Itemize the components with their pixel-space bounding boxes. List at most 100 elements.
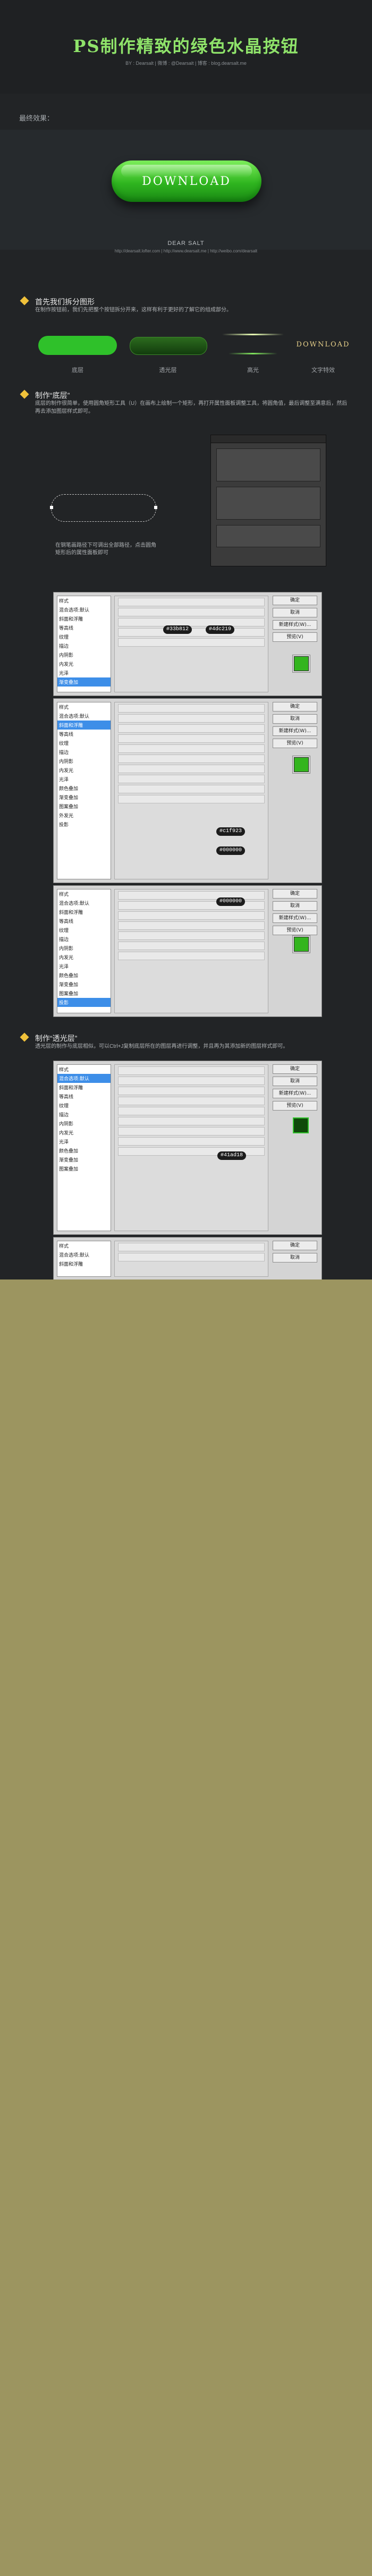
setting-row[interactable]: [118, 1117, 265, 1125]
preview-checkbox[interactable]: 预览(V): [273, 1101, 317, 1111]
side-item[interactable]: 内发光: [57, 766, 111, 775]
side-item[interactable]: 样式: [57, 702, 111, 711]
side-item[interactable]: 等高线: [57, 730, 111, 739]
setting-row[interactable]: [118, 785, 265, 793]
side-item[interactable]: 光泽: [57, 962, 111, 971]
new-style-button[interactable]: 新建样式(W)...: [273, 913, 317, 923]
side-item[interactable]: 斜面和浮雕: [57, 1083, 111, 1092]
side-item[interactable]: 斜面和浮雕: [57, 614, 111, 623]
setting-row[interactable]: [118, 931, 265, 940]
side-item[interactable]: 样式: [57, 596, 111, 605]
side-item[interactable]: 渐变叠加: [57, 980, 111, 989]
side-item[interactable]: 图案叠加: [57, 989, 111, 998]
download-button[interactable]: DOWNLOAD: [112, 160, 261, 202]
side-item[interactable]: 光泽: [57, 775, 111, 784]
setting-row[interactable]: [118, 1066, 265, 1075]
ok-button[interactable]: 确定: [273, 596, 317, 605]
cancel-button[interactable]: 取消: [273, 714, 317, 724]
side-item-selected[interactable]: 斜面和浮雕: [57, 721, 111, 730]
side-item[interactable]: 光泽: [57, 668, 111, 677]
side-item[interactable]: 描边: [57, 1110, 111, 1119]
side-item[interactable]: 纹理: [57, 739, 111, 748]
side-item[interactable]: 内阴影: [57, 944, 111, 953]
new-style-button[interactable]: 新建样式(W)...: [273, 1089, 317, 1098]
side-item[interactable]: 图案叠加: [57, 1164, 111, 1173]
setting-row[interactable]: [118, 1107, 265, 1115]
ok-button[interactable]: 确定: [273, 702, 317, 711]
side-item[interactable]: 描边: [57, 641, 111, 650]
cancel-button[interactable]: 取消: [273, 1077, 317, 1086]
setting-row[interactable]: [118, 755, 265, 763]
ok-button[interactable]: 确定: [273, 889, 317, 899]
side-item[interactable]: 混合选项:默认: [57, 899, 111, 908]
layer-style-dialog-3[interactable]: 样式 混合选项:默认 斜面和浮雕 等高线 纹理 描边 内阴影 内发光 光泽 颜色…: [53, 885, 322, 1017]
side-item[interactable]: 等高线: [57, 623, 111, 632]
setting-row[interactable]: [118, 638, 265, 647]
side-item[interactable]: 内阴影: [57, 650, 111, 659]
layer-style-dialog-4[interactable]: 样式 混合选项:默认 斜面和浮雕 等高线 纹理 描边 内阴影 内发光 光泽 颜色…: [53, 1061, 322, 1235]
side-item[interactable]: 内阴影: [57, 757, 111, 766]
side-item[interactable]: 纹理: [57, 1101, 111, 1110]
setting-row[interactable]: [118, 1137, 265, 1146]
new-style-button[interactable]: 新建样式(W)...: [273, 620, 317, 630]
side-item[interactable]: 描边: [57, 935, 111, 944]
cancel-button[interactable]: 取消: [273, 608, 317, 617]
preview-checkbox[interactable]: 预览(V): [273, 632, 317, 642]
preview-checkbox[interactable]: 预览(V): [273, 926, 317, 935]
side-item-selected[interactable]: 混合选项:默认: [57, 1074, 111, 1083]
side-item[interactable]: 样式: [57, 1065, 111, 1074]
side-item[interactable]: 颜色叠加: [57, 784, 111, 793]
side-item[interactable]: 等高线: [57, 917, 111, 926]
side-item[interactable]: 描边: [57, 748, 111, 757]
layer-style-dialog-2[interactable]: 样式 混合选项:默认 斜面和浮雕 等高线 纹理 描边 内阴影 内发光 光泽 颜色…: [53, 698, 322, 883]
setting-row[interactable]: [118, 1097, 265, 1105]
setting-row[interactable]: [118, 618, 265, 626]
side-item[interactable]: 斜面和浮雕: [57, 908, 111, 917]
side-item[interactable]: 投影: [57, 820, 111, 829]
side-item[interactable]: 样式: [57, 889, 111, 899]
side-item[interactable]: 颜色叠加: [57, 1146, 111, 1155]
side-item[interactable]: 内发光: [57, 1128, 111, 1137]
side-item[interactable]: 样式: [57, 1241, 111, 1250]
side-item[interactable]: 光泽: [57, 1137, 111, 1146]
setting-row[interactable]: [118, 714, 265, 723]
side-item[interactable]: 纹理: [57, 926, 111, 935]
layer-style-dialog-5[interactable]: 样式 混合选项:默认 斜面和浮雕 确定 取消: [53, 1237, 322, 1279]
setting-row[interactable]: [118, 942, 265, 950]
side-item[interactable]: 等高线: [57, 1092, 111, 1101]
setting-row[interactable]: [118, 598, 265, 606]
setting-row[interactable]: [118, 1243, 265, 1251]
preview-checkbox[interactable]: 预览(V): [273, 739, 317, 748]
setting-row[interactable]: [118, 795, 265, 803]
setting-row[interactable]: [118, 744, 265, 753]
setting-row[interactable]: [118, 921, 265, 930]
new-style-button[interactable]: 新建样式(W)...: [273, 726, 317, 736]
setting-row[interactable]: [118, 704, 265, 713]
side-item[interactable]: 内发光: [57, 659, 111, 668]
setting-row[interactable]: [118, 765, 265, 773]
setting-row[interactable]: [118, 1253, 265, 1261]
side-item-selected[interactable]: 渐变叠加: [57, 677, 111, 687]
side-item[interactable]: 纹理: [57, 632, 111, 641]
side-item[interactable]: 渐变叠加: [57, 793, 111, 802]
side-item[interactable]: 内发光: [57, 953, 111, 962]
setting-row[interactable]: [118, 1087, 265, 1095]
side-item[interactable]: 斜面和浮雕: [57, 1259, 111, 1268]
side-item[interactable]: 图案叠加: [57, 802, 111, 811]
side-item[interactable]: 混合选项:默认: [57, 711, 111, 721]
ok-button[interactable]: 确定: [273, 1064, 317, 1074]
side-item-selected[interactable]: 投影: [57, 998, 111, 1007]
side-item[interactable]: 颜色叠加: [57, 971, 111, 980]
setting-row[interactable]: [118, 608, 265, 616]
side-item[interactable]: 混合选项:默认: [57, 1250, 111, 1259]
cancel-button[interactable]: 取消: [273, 901, 317, 911]
ok-button[interactable]: 确定: [273, 1241, 317, 1250]
side-item[interactable]: 外发光: [57, 811, 111, 820]
setting-row[interactable]: [118, 1077, 265, 1085]
layer-style-dialog-1[interactable]: 样式 混合选项:默认 斜面和浮雕 等高线 纹理 描边 内阴影 内发光 光泽 渐变…: [53, 592, 322, 696]
setting-row[interactable]: [118, 775, 265, 783]
side-item[interactable]: 混合选项:默认: [57, 605, 111, 614]
setting-row[interactable]: [118, 724, 265, 733]
properties-panel[interactable]: [210, 435, 326, 566]
side-item[interactable]: 渐变叠加: [57, 1155, 111, 1164]
